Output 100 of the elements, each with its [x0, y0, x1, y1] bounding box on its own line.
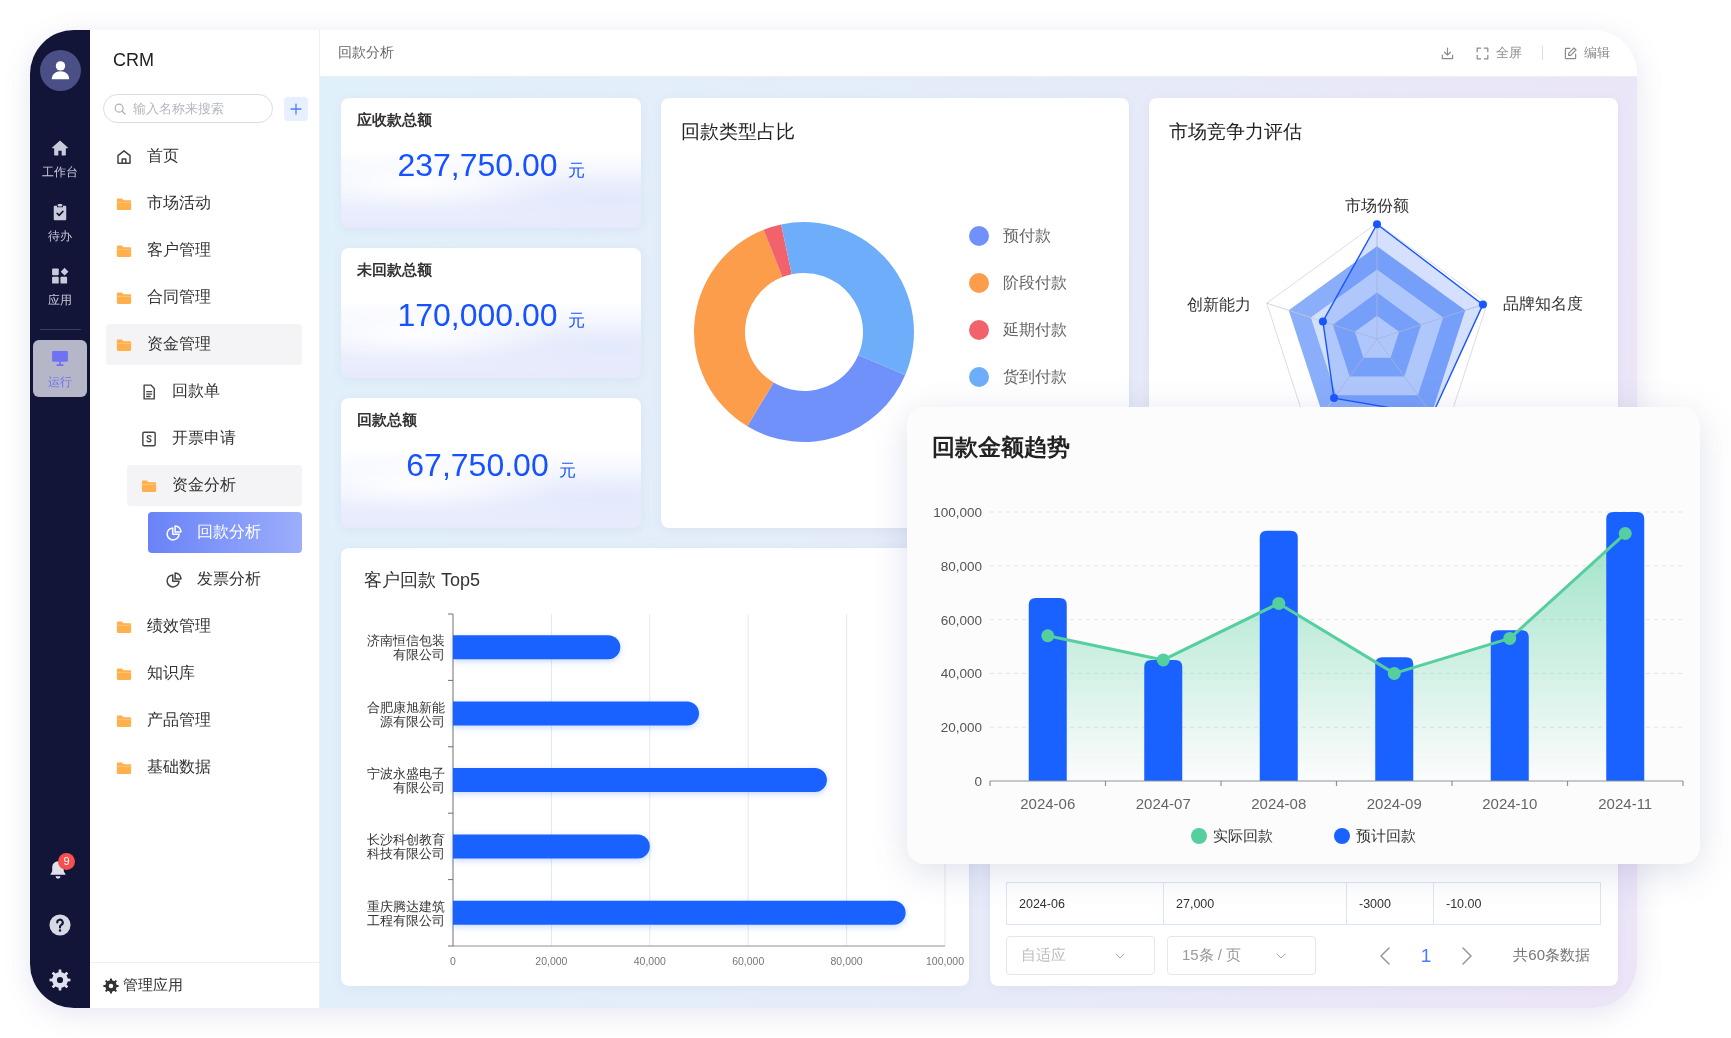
- manage-apps-button[interactable]: 管理应用: [103, 976, 183, 995]
- fullscreen-button[interactable]: 全屏: [1475, 44, 1522, 62]
- data-point[interactable]: [1318, 317, 1327, 326]
- axis-label: 重庆腾达建筑工程有限公司: [367, 899, 445, 928]
- menu-item[interactable]: 客户管理: [106, 230, 302, 271]
- table-cell: 2024-06: [1006, 882, 1164, 925]
- home-icon: [50, 138, 70, 158]
- page-button[interactable]: 1: [1412, 944, 1440, 967]
- card-title: 回款金额趋势: [932, 433, 1070, 461]
- tick-label: 0: [974, 774, 982, 789]
- axis-label: 济南恒信包装有限公司: [367, 634, 445, 663]
- download-button[interactable]: [1440, 45, 1455, 61]
- tick-label: 40,000: [940, 666, 982, 682]
- legend-label: 预付款: [1003, 225, 1051, 246]
- axis-label: 2024-08: [1251, 795, 1307, 812]
- menu-item[interactable]: 开票申请: [127, 418, 302, 459]
- data-point[interactable]: [1478, 300, 1487, 309]
- menu-item[interactable]: 资金分析: [127, 465, 302, 506]
- bar[interactable]: [453, 900, 906, 925]
- bar[interactable]: [1490, 630, 1529, 781]
- data-point[interactable]: [1387, 666, 1401, 680]
- menu-item[interactable]: 发票分析: [148, 559, 302, 600]
- data-point[interactable]: [1618, 527, 1632, 540]
- donut-slice[interactable]: [747, 355, 906, 442]
- axis-label: 2024-09: [1366, 795, 1422, 812]
- table-cell: -3000: [1346, 882, 1434, 925]
- donut-slice[interactable]: [781, 222, 914, 375]
- axis-label: 品牌知名度: [1503, 295, 1584, 313]
- bar[interactable]: [1144, 659, 1183, 781]
- axis-label: 2024-10: [1482, 795, 1538, 812]
- table-cell: -10.00: [1433, 882, 1601, 925]
- legend-label: 实际回款: [1213, 826, 1273, 846]
- menu-item[interactable]: 绩效管理: [106, 606, 302, 647]
- menu-item[interactable]: 市场活动: [106, 183, 302, 224]
- invoice-icon: [140, 429, 158, 448]
- donut-slice[interactable]: [694, 229, 783, 427]
- data-point[interactable]: [1272, 596, 1286, 610]
- bar[interactable]: [1375, 657, 1414, 781]
- card-title: 回款类型占比: [681, 120, 795, 144]
- stat-label: 回款总额: [357, 410, 417, 430]
- legend-label: 延期付款: [1003, 319, 1067, 340]
- chevron-left-icon[interactable]: [1378, 945, 1391, 966]
- menu-item[interactable]: 回款单: [127, 371, 302, 412]
- donut-slice[interactable]: [763, 224, 792, 278]
- nav-rail-item[interactable]: 工作台: [33, 130, 87, 187]
- pie-chart-icon: [165, 570, 183, 589]
- bar[interactable]: [453, 701, 699, 726]
- tick-label: 60,000: [732, 955, 765, 967]
- menu-item[interactable]: 首页: [106, 136, 302, 177]
- currency-unit: 元: [567, 160, 585, 182]
- monitor-icon: [50, 348, 70, 368]
- search-field[interactable]: 输入名称来搜索: [103, 94, 273, 123]
- document-icon: [140, 382, 158, 401]
- notification-badge: 9: [58, 853, 75, 870]
- axis-label: 2024-07: [1135, 795, 1191, 812]
- nav-rail-item[interactable]: 待办: [33, 194, 87, 251]
- tick-label: 40,000: [633, 955, 666, 967]
- add-button[interactable]: [284, 96, 308, 121]
- currency-unit: 元: [567, 310, 585, 332]
- data-point[interactable]: [1373, 220, 1381, 229]
- menu-item[interactable]: 知识库: [106, 653, 302, 694]
- tick-label: 80,000: [940, 558, 982, 574]
- axis-label: 2024-06: [1020, 795, 1076, 812]
- stat-value: 170,000.00: [397, 297, 558, 333]
- breadcrumb[interactable]: 回款分析: [338, 44, 394, 62]
- download-icon: [1440, 45, 1455, 61]
- tick-label: 100,000: [926, 955, 964, 967]
- bar[interactable]: [1606, 512, 1645, 781]
- edit-button[interactable]: 编辑: [1563, 44, 1610, 62]
- bar[interactable]: [1028, 598, 1067, 781]
- search-icon: [113, 101, 127, 116]
- data-point[interactable]: [1503, 631, 1517, 645]
- apps-grid-icon: [50, 266, 70, 286]
- axis-label: 宁波永盛电子有限公司: [367, 767, 445, 795]
- data-point[interactable]: [1330, 394, 1339, 403]
- chevron-right-icon[interactable]: [1461, 945, 1474, 966]
- help-icon[interactable]: [49, 914, 71, 936]
- data-point[interactable]: [1156, 653, 1170, 667]
- currency-unit: 元: [558, 460, 576, 482]
- tick-label: 80,000: [830, 955, 863, 967]
- table-cell: 27,000: [1163, 882, 1347, 925]
- data-point[interactable]: [1041, 629, 1055, 643]
- gear-icon: [103, 977, 119, 994]
- bar[interactable]: [453, 834, 650, 859]
- menu-item[interactable]: 基础数据: [106, 747, 302, 788]
- home-icon: [115, 147, 133, 166]
- menu-item[interactable]: 资金管理: [106, 324, 302, 365]
- edit-icon: [1563, 45, 1578, 61]
- tick-label: 0: [450, 955, 456, 967]
- settings-icon[interactable]: [49, 969, 71, 991]
- pie-chart-icon: [165, 523, 183, 542]
- menu-item[interactable]: 合同管理: [106, 277, 302, 318]
- bar[interactable]: [1259, 530, 1298, 781]
- bar[interactable]: [453, 635, 621, 660]
- nav-rail-item[interactable]: 应用: [33, 258, 87, 315]
- tick-label: 20,000: [535, 955, 568, 967]
- tick-label: 20,000: [940, 720, 982, 736]
- fullscreen-icon: [1475, 45, 1490, 61]
- menu-item[interactable]: 产品管理: [106, 700, 302, 741]
- avatar-icon[interactable]: [39, 50, 81, 91]
